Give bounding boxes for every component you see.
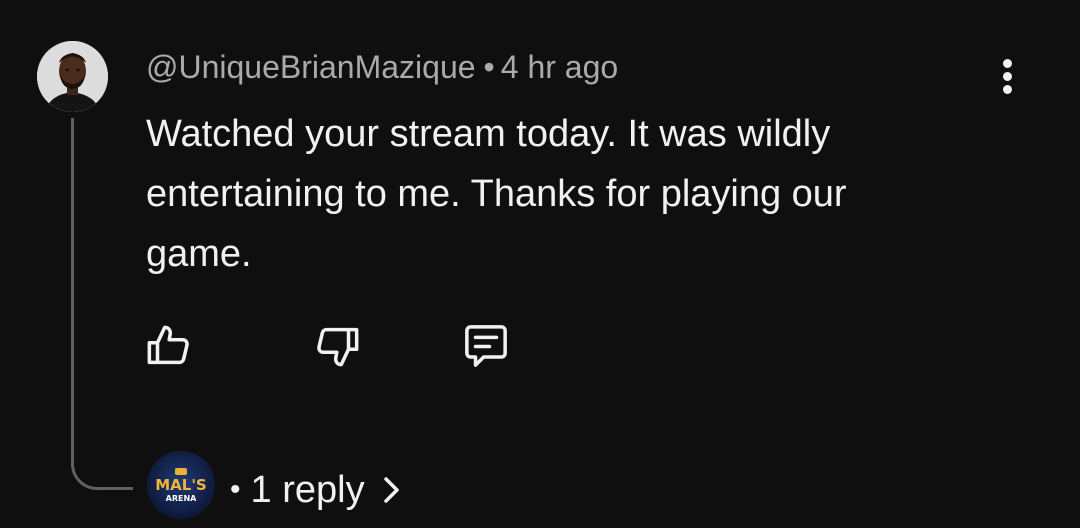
thumbs-up-icon xyxy=(147,325,189,365)
reply-thread-connector xyxy=(71,118,133,490)
comment-timestamp: 4 hr ago xyxy=(500,49,619,85)
comment-reply-icon xyxy=(465,325,507,367)
reply-author-avatar[interactable]: MAL'S ARENA xyxy=(147,451,215,519)
reply-button[interactable] xyxy=(458,318,514,374)
reply-count-label: 1 reply xyxy=(250,468,365,511)
thumbs-down-icon xyxy=(317,327,359,367)
like-button[interactable] xyxy=(140,318,196,374)
meta-separator: • xyxy=(483,49,495,85)
svg-text:MAL'S: MAL'S xyxy=(155,476,207,494)
comment-meta: @UniqueBrianMazique • 4 hr ago xyxy=(146,47,618,87)
author-avatar[interactable] xyxy=(37,41,108,112)
dislike-button[interactable] xyxy=(310,318,366,374)
author-avatar-image xyxy=(37,41,108,112)
comment-author[interactable]: @UniqueBrianMazique xyxy=(146,49,476,85)
comment-text: Watched your stream today. It was wildly… xyxy=(146,113,847,275)
chevron-right-icon xyxy=(381,473,403,507)
replies-bullet: • xyxy=(230,473,241,506)
mals-arena-logo: MAL'S ARENA xyxy=(147,451,215,519)
svg-text:ARENA: ARENA xyxy=(166,494,198,503)
view-replies-button[interactable]: • 1 reply xyxy=(230,466,403,514)
comment-thread: @UniqueBrianMazique • 4 hr ago Watched you… xyxy=(0,0,1080,528)
more-options-button[interactable] xyxy=(990,55,1026,99)
